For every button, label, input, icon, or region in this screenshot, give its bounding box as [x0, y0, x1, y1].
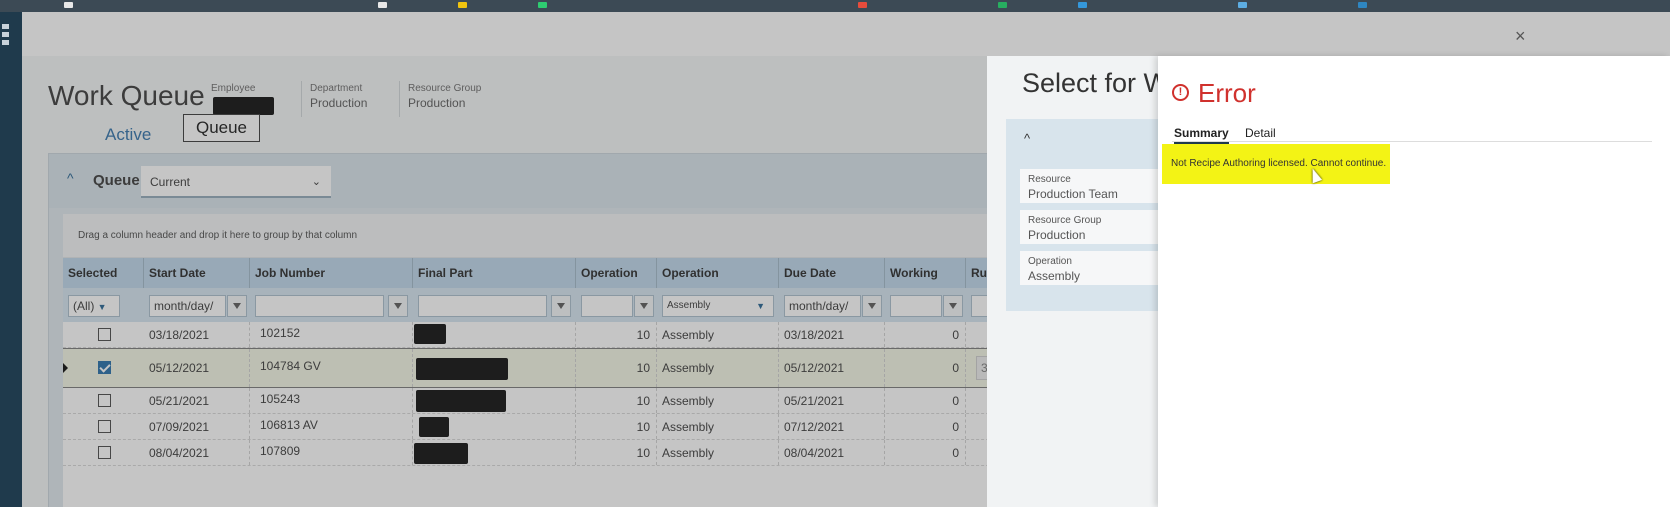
bookmark-icon[interactable] — [378, 2, 387, 8]
tab-detail[interactable]: Detail — [1245, 126, 1276, 140]
collapse-caret-icon[interactable]: ^ — [1024, 131, 1030, 146]
bookmark-icon[interactable] — [858, 2, 867, 8]
bookmark-icon[interactable] — [998, 2, 1007, 8]
close-icon[interactable]: × — [1515, 26, 1526, 47]
bookmark-icon[interactable] — [458, 2, 467, 8]
hamburger-menu-icon[interactable] — [2, 24, 10, 52]
error-panel: ! Error Summary Detail Not Recipe Author… — [1158, 56, 1670, 507]
select-panel-card: ^ Resource Production Team Resource Grou… — [1006, 119, 1166, 311]
resource-group-value: Production — [1028, 228, 1086, 242]
resource-group-label: Resource Group — [1028, 215, 1102, 226]
tab-summary[interactable]: Summary — [1174, 126, 1229, 144]
error-message: Not Recipe Authoring licensed. Cannot co… — [1171, 158, 1387, 169]
operation-value: Assembly — [1028, 269, 1081, 283]
bookmark-icon[interactable] — [538, 2, 547, 8]
app-window: Work Queue Employee Department Productio… — [22, 12, 1670, 507]
bookmark-icon[interactable] — [1238, 2, 1247, 8]
bookmark-icon[interactable] — [1358, 2, 1367, 8]
bookmark-icon[interactable] — [64, 2, 73, 8]
error-tabs: Summary Detail — [1172, 126, 1652, 144]
browser-bookmarks-bar — [0, 0, 1670, 12]
error-title: Error — [1198, 78, 1256, 108]
bookmark-icon[interactable] — [1078, 2, 1087, 8]
select-panel-title: Select for W — [1022, 68, 1162, 98]
operation-field: Operation Assembly — [1020, 251, 1166, 285]
resource-value: Production Team — [1028, 187, 1118, 201]
resource-group-field: Resource Group Production — [1020, 210, 1166, 244]
error-icon: ! — [1172, 84, 1189, 101]
resource-field: Resource Production Team — [1020, 169, 1166, 203]
left-nav-rail — [0, 12, 22, 507]
operation-label: Operation — [1028, 256, 1072, 267]
resource-label: Resource — [1028, 174, 1071, 185]
